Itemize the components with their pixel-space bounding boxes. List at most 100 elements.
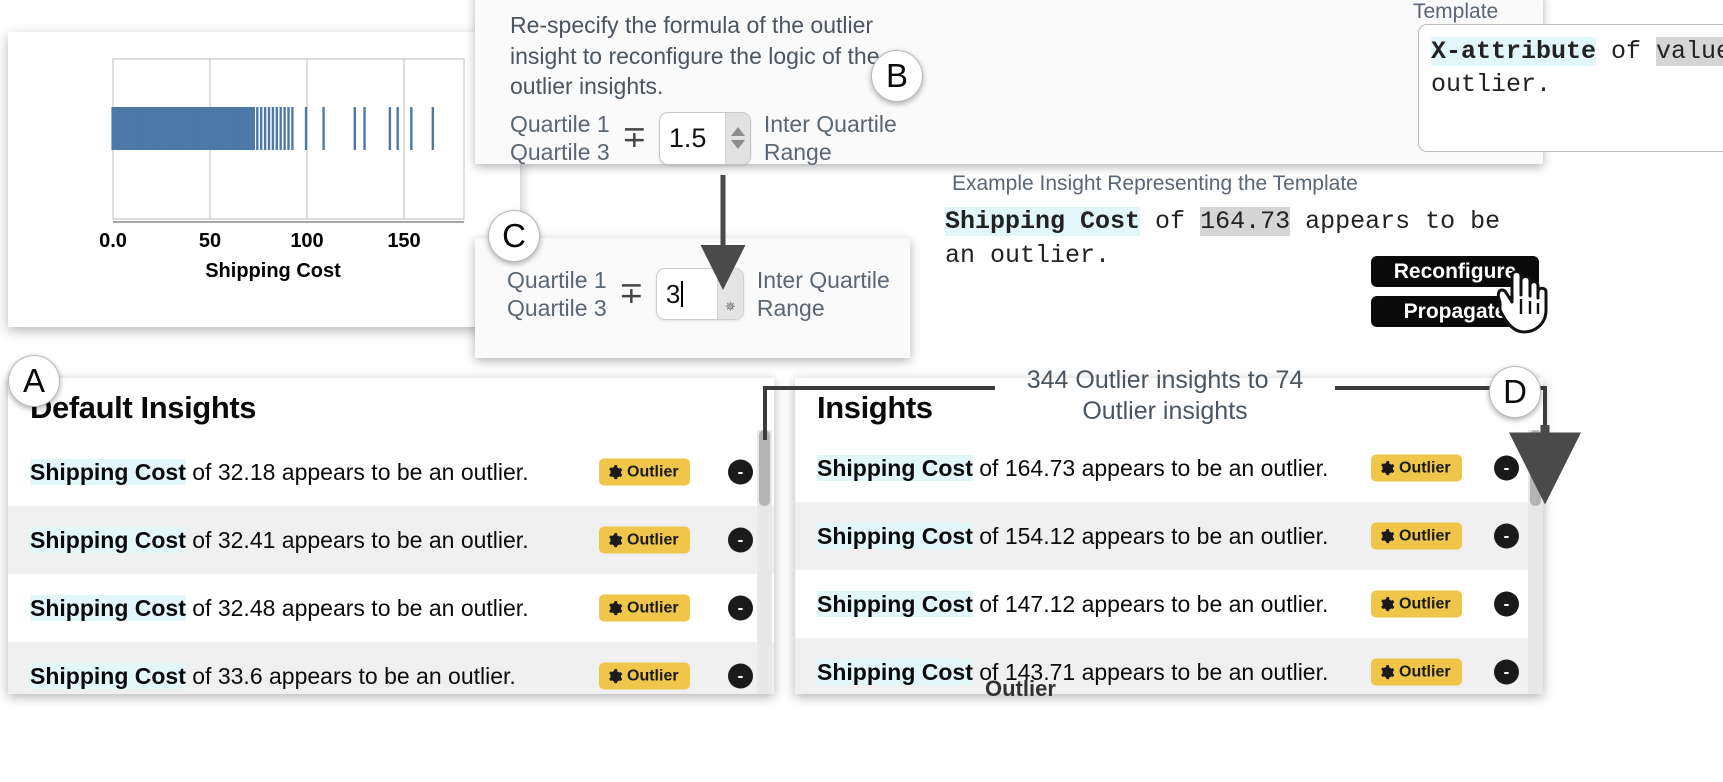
shipping-cost-strip-plot: 0.0 50 100 150 Shipping Cost (99, 58, 465, 282)
insight-text: Shipping Cost of 32.48 appears to be an … (30, 594, 529, 622)
insight-row[interactable]: Shipping Cost of 32.48 appears to be an … (8, 574, 774, 642)
quartile-labels: Quartile 1 Quartile 3 (510, 110, 610, 166)
iqr-label-alt-line1: Inter Quartile (756, 267, 890, 293)
iqr-label: Inter Quartile Range (764, 110, 897, 166)
insight-attribute: Shipping Cost (817, 658, 973, 685)
example-value-token: 164.73 (1200, 207, 1291, 236)
insight-mid-text: of (972, 522, 1005, 549)
insight-row[interactable]: Shipping Cost of 147.12 appears to be an… (795, 570, 1543, 638)
insight-value: 33.6 (217, 662, 263, 689)
remove-insight-button[interactable]: - (728, 595, 753, 621)
scrollbar-thumb[interactable] (1530, 430, 1541, 506)
text-caret (681, 281, 684, 308)
insight-text: Shipping Cost of 147.12 appears to be an… (817, 590, 1329, 618)
gear-icon (609, 464, 623, 479)
gear-icon (1381, 460, 1395, 475)
insight-text: Shipping Cost of 32.18 appears to be an … (30, 458, 529, 486)
insight-text: Shipping Cost of 32.41 appears to be an … (30, 526, 529, 554)
gear-icon (1381, 528, 1395, 543)
insights-title: Insights (817, 390, 933, 425)
outlier-badge[interactable]: Outlier (1371, 454, 1462, 482)
template-label: Template (1413, 0, 1499, 23)
remove-insight-button[interactable]: - (1494, 591, 1519, 617)
insight-tail-text: appears to be an outlier. (1075, 658, 1329, 685)
outlier-badge-label: Outlier (627, 667, 679, 684)
outlier-badge-label: Outlier (1399, 527, 1451, 544)
x-tick-0: 0.0 (99, 230, 127, 252)
quartile-1-label: Quartile 1 (510, 111, 610, 137)
gear-icon (609, 668, 623, 683)
example-attribute-token: Shipping Cost (945, 207, 1141, 236)
insight-row[interactable]: Shipping Cost of 33.6 appears to be an o… (8, 642, 774, 694)
insight-attribute: Shipping Cost (817, 590, 973, 617)
insight-value: 32.41 (217, 526, 276, 553)
insight-mid-text: of (185, 594, 218, 621)
callout-a: A (8, 355, 60, 407)
minus-plus-operator-icon: ∓ (621, 120, 647, 156)
template-mid-text: of (1596, 37, 1657, 66)
stepper-arrows-alt[interactable]: ✵ (716, 269, 743, 320)
insight-mid-text: of (972, 590, 1005, 617)
stepper-down-icon[interactable] (730, 140, 745, 150)
insight-row[interactable]: Shipping Cost of 32.41 appears to be an … (8, 506, 774, 574)
stepper-up-icon[interactable] (730, 127, 745, 137)
outlier-badge[interactable]: Outlier (599, 594, 690, 622)
insight-mid-text: of (185, 662, 218, 689)
remove-insight-button[interactable]: - (728, 459, 753, 485)
outlier-badge[interactable]: Outlier (1371, 522, 1462, 550)
remove-insight-button[interactable]: - (1494, 523, 1519, 549)
annotation-line-1: 344 Outlier insights to 74 (1026, 366, 1304, 394)
insight-row[interactable]: Shipping Cost of 32.18 appears to be an … (8, 438, 774, 506)
insight-value: 32.48 (217, 594, 276, 621)
insight-row[interactable]: Shipping Cost of 143.71 appears to be an… (795, 638, 1543, 694)
outlier-badge[interactable]: Outlier (1371, 658, 1462, 686)
remove-insight-button[interactable]: - (728, 663, 753, 689)
outlier-badge-label: Outlier (1399, 595, 1451, 612)
quartile-1-label-alt: Quartile 1 (507, 267, 607, 293)
insight-value: 147.12 (1004, 590, 1076, 617)
callout-b: B (871, 50, 923, 102)
outlier-badge-label: Outlier (627, 531, 679, 548)
insight-tail-text: appears to be an outlier. (1075, 590, 1329, 617)
insight-text: Shipping Cost of 154.12 appears to be an… (817, 522, 1328, 550)
outlier-badge-label: Outlier (1399, 663, 1451, 680)
outlier-badge[interactable]: Outlier (1371, 590, 1462, 618)
insights-list: Shipping Cost of 164.73 appears to be an… (795, 434, 1543, 694)
outlier-badge[interactable]: Outlier (599, 662, 690, 690)
template-input[interactable]: X-attribute of value appears to be an ou… (1418, 24, 1723, 152)
example-mid-text: of (1140, 207, 1201, 236)
remove-insight-button[interactable]: - (1494, 659, 1519, 685)
outlier-badge-label: Outlier (1399, 459, 1451, 476)
insight-tail-text: appears to be an outlier. (1075, 454, 1329, 481)
default-insights-title: Default Insights (30, 390, 257, 425)
insight-mid-text: of (185, 458, 218, 485)
scrollbar-thumb[interactable] (759, 430, 770, 506)
insight-attribute: Shipping Cost (30, 526, 186, 553)
callout-d: D (1489, 366, 1541, 418)
stepper-arrows[interactable] (724, 112, 750, 164)
gear-icon (1381, 664, 1395, 679)
insight-row[interactable]: Shipping Cost of 164.73 appears to be an… (795, 434, 1543, 502)
outlier-badge[interactable]: Outlier (599, 458, 690, 486)
x-tick-2: 100 (290, 230, 323, 252)
insight-row[interactable]: Shipping Cost of 154.12 appears to be an… (795, 502, 1543, 570)
insight-attribute: Shipping Cost (817, 454, 973, 481)
iqr-multiplier-stepper[interactable]: 1.5 (658, 111, 751, 165)
insights-scrollbar[interactable] (1528, 430, 1543, 694)
iqr-multiplier-value-alt[interactable]: 3 (657, 269, 717, 319)
formula-row-alt: Quartile 1 Quartile 3 ∓ 3 ✵ Inter Quarti… (507, 266, 890, 322)
formula-row-primary: Quartile 1 Quartile 3 ∓ 1.5 Inter Quarti… (510, 110, 897, 166)
iqr-multiplier-stepper-alt[interactable]: 3 ✵ (655, 268, 744, 321)
iqr-multiplier-value[interactable]: 1.5 (660, 113, 725, 164)
example-insight-label: Example Insight Representing the Templat… (952, 172, 1358, 195)
x-axis-title: Shipping Cost (205, 260, 341, 282)
annotation-line-2: Outlier insights (1082, 396, 1248, 425)
iqr-multiplier-text-alt: 3 (665, 278, 681, 309)
insight-attribute: Shipping Cost (30, 662, 186, 689)
insight-count-annotation-label: 344 Outlier insights to 74 Outlier insig… (1000, 365, 1330, 426)
outlier-badge[interactable]: Outlier (599, 526, 690, 554)
remove-insight-button[interactable]: - (728, 527, 753, 553)
remove-insight-button[interactable]: - (1494, 455, 1519, 481)
iqr-label-alt-line2: Range (756, 295, 825, 322)
default-insights-scrollbar[interactable] (757, 430, 772, 694)
